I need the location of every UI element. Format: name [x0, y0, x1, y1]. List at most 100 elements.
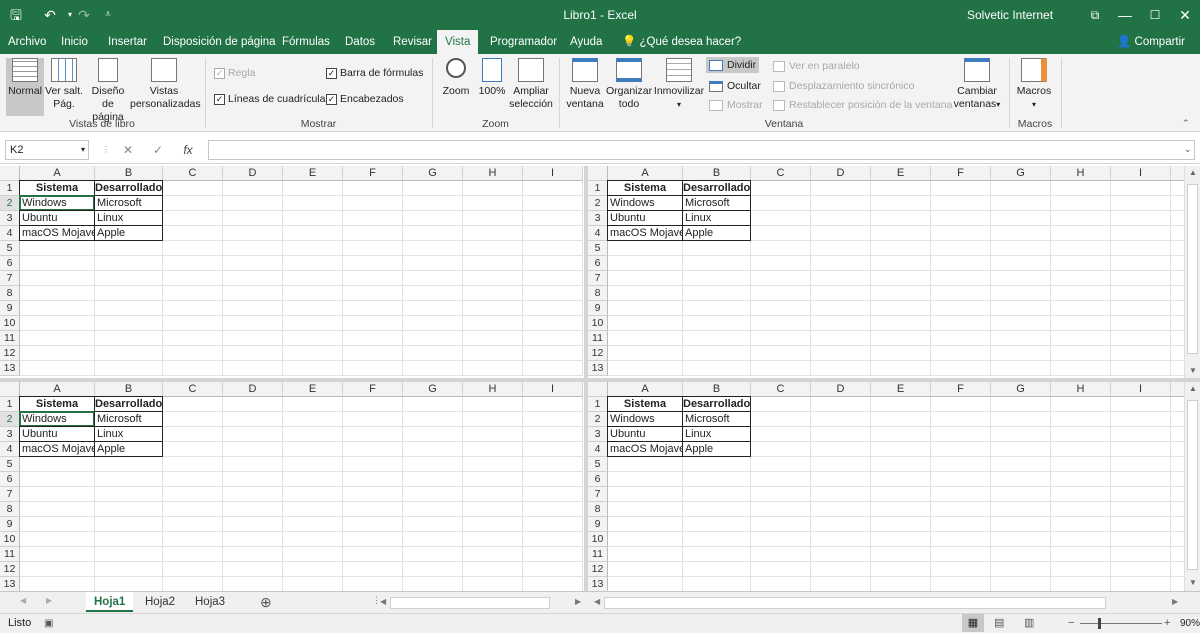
cell[interactable]: [1111, 487, 1171, 502]
cell[interactable]: [991, 256, 1051, 271]
cell[interactable]: [871, 256, 931, 271]
row-header[interactable]: 10: [0, 316, 20, 331]
scroll-right-icon[interactable]: ▶: [575, 597, 581, 606]
next-sheet-icon[interactable]: ▶: [46, 596, 52, 605]
switch-windows-button[interactable]: Cambiar ventanas▾: [952, 58, 1002, 111]
row-header[interactable]: 3: [0, 427, 20, 442]
cell[interactable]: [463, 271, 523, 286]
cell[interactable]: [523, 316, 583, 331]
cell[interactable]: [931, 286, 991, 301]
horizontal-split-bar[interactable]: [0, 378, 1200, 382]
cell[interactable]: [1051, 457, 1111, 472]
cell[interactable]: [931, 256, 991, 271]
cell[interactable]: Microsoft: [682, 411, 751, 427]
hide-button[interactable]: Ocultar: [709, 80, 761, 92]
cell[interactable]: [463, 547, 523, 562]
cell[interactable]: [811, 286, 871, 301]
row-header[interactable]: 5: [588, 241, 608, 256]
cell[interactable]: [1171, 487, 1184, 502]
cell[interactable]: [1171, 256, 1184, 271]
cell[interactable]: [751, 442, 811, 457]
cell[interactable]: [163, 331, 223, 346]
column-header[interactable]: F: [343, 382, 403, 397]
cell[interactable]: [811, 226, 871, 241]
cell[interactable]: [751, 316, 811, 331]
tab-archivo[interactable]: Archivo: [8, 30, 46, 54]
cell[interactable]: [463, 316, 523, 331]
select-all-corner[interactable]: [588, 382, 608, 397]
cell[interactable]: [343, 562, 403, 577]
cell[interactable]: [403, 472, 463, 487]
row-header[interactable]: 8: [0, 286, 20, 301]
cell[interactable]: Windows: [607, 195, 683, 211]
cell[interactable]: [1051, 316, 1111, 331]
cell[interactable]: [223, 346, 283, 361]
cell[interactable]: [1051, 331, 1111, 346]
cell[interactable]: [20, 331, 95, 346]
cell[interactable]: [991, 547, 1051, 562]
cell[interactable]: [463, 397, 523, 412]
cell[interactable]: [931, 226, 991, 241]
column-header[interactable]: A: [20, 382, 95, 397]
cell[interactable]: [683, 301, 751, 316]
cell[interactable]: [1171, 577, 1184, 591]
row-header[interactable]: 4: [0, 442, 20, 457]
unhide-button[interactable]: Mostrar: [709, 99, 763, 111]
cell[interactable]: [403, 301, 463, 316]
row-header[interactable]: 3: [588, 427, 608, 442]
add-sheet-icon[interactable]: ⊕: [260, 594, 272, 610]
cell[interactable]: [1111, 226, 1171, 241]
cell[interactable]: [1051, 487, 1111, 502]
cell[interactable]: [95, 532, 163, 547]
cell[interactable]: [223, 271, 283, 286]
cell[interactable]: [991, 532, 1051, 547]
cell[interactable]: [95, 241, 163, 256]
cell[interactable]: [811, 487, 871, 502]
tab-programador[interactable]: Programador: [490, 30, 557, 54]
cell[interactable]: [95, 301, 163, 316]
cell[interactable]: [343, 532, 403, 547]
cell[interactable]: [163, 181, 223, 196]
cell[interactable]: [991, 226, 1051, 241]
cell[interactable]: [223, 472, 283, 487]
cell[interactable]: [1051, 577, 1111, 591]
cell[interactable]: [523, 196, 583, 211]
tell-me-search[interactable]: 💡 ¿Qué desea hacer?: [622, 30, 741, 54]
zoom-100-button[interactable]: 100%: [476, 58, 508, 98]
select-all-corner[interactable]: [588, 166, 608, 181]
cell[interactable]: [871, 412, 931, 427]
cell[interactable]: [608, 316, 683, 331]
cell[interactable]: [683, 361, 751, 376]
cell[interactable]: [1051, 412, 1111, 427]
cell[interactable]: [403, 502, 463, 517]
cell[interactable]: [751, 271, 811, 286]
cell[interactable]: [608, 241, 683, 256]
row-header[interactable]: 12: [588, 562, 608, 577]
cell[interactable]: [20, 316, 95, 331]
column-header[interactable]: I: [1111, 166, 1171, 181]
cell[interactable]: Windows: [19, 411, 95, 427]
maximize-button[interactable]: ☐: [1140, 4, 1170, 26]
cell[interactable]: Apple: [682, 225, 751, 241]
cell[interactable]: Microsoft: [682, 195, 751, 211]
cell[interactable]: [1171, 241, 1184, 256]
cell[interactable]: [751, 517, 811, 532]
cell[interactable]: [403, 361, 463, 376]
column-header[interactable]: D: [223, 166, 283, 181]
cell[interactable]: [283, 442, 343, 457]
select-all-corner[interactable]: [0, 166, 20, 181]
cell[interactable]: [608, 331, 683, 346]
cell[interactable]: [751, 577, 811, 591]
column-header[interactable]: F: [343, 166, 403, 181]
cell[interactable]: [95, 346, 163, 361]
cell[interactable]: [403, 226, 463, 241]
cell[interactable]: [1051, 211, 1111, 226]
cell[interactable]: [871, 181, 931, 196]
cell[interactable]: [991, 427, 1051, 442]
row-header[interactable]: 10: [588, 316, 608, 331]
tab-ayuda[interactable]: Ayuda: [570, 30, 602, 54]
cell[interactable]: [931, 472, 991, 487]
cell[interactable]: [608, 562, 683, 577]
column-header[interactable]: B: [683, 166, 751, 181]
cell[interactable]: macOS Mojave: [19, 441, 95, 457]
